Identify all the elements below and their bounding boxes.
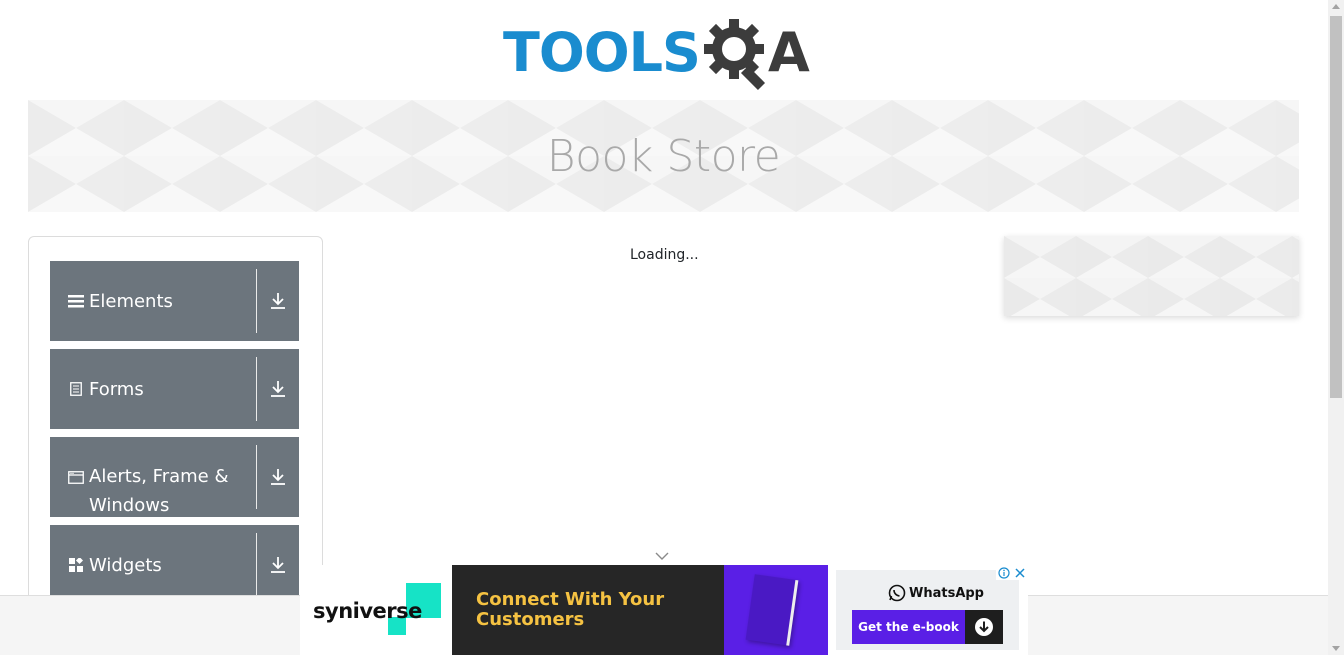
sidebar-group-label: Forms xyxy=(89,378,144,400)
bottom-ad[interactable]: syniverse. Connect With Your Customers W… xyxy=(300,565,1028,655)
ad-brand-name: syniverse xyxy=(313,599,422,623)
page-scrollbar[interactable] xyxy=(1328,0,1344,655)
get-ebook-button[interactable]: Get the e-book xyxy=(852,610,1003,644)
ad-card: WhatsApp Get the e-book xyxy=(836,570,1019,650)
toolsqa-logo[interactable]: TOOLS A xyxy=(503,14,827,92)
ad-brand-text: syniverse. xyxy=(313,599,430,623)
whatsapp-icon xyxy=(888,584,906,602)
document-icon xyxy=(67,380,85,398)
page-banner: Book Store xyxy=(28,100,1299,212)
sidebar-group-label: Elements xyxy=(89,290,173,312)
ad-controls xyxy=(996,565,1028,580)
scroll-down-arrow-icon[interactable] xyxy=(1332,646,1340,651)
download-icon[interactable] xyxy=(257,437,299,517)
ad-headline-panel: Connect With Your Customers xyxy=(452,565,724,655)
ad-brand: syniverse. xyxy=(300,565,452,655)
download-icon[interactable] xyxy=(257,525,299,605)
scroll-up-arrow-icon[interactable] xyxy=(1332,4,1340,9)
whatsapp-label: WhatsApp xyxy=(909,585,984,601)
logo-text-tools: TOOLS xyxy=(503,21,701,84)
page-title: Book Store xyxy=(546,130,781,182)
ad-brand-dot: . xyxy=(421,599,430,623)
ebook-cover xyxy=(745,574,799,646)
hamburger-icon xyxy=(67,292,85,310)
sidebar-group-forms[interactable]: Forms xyxy=(50,349,299,429)
ad-info-icon[interactable] xyxy=(996,565,1012,580)
window-icon xyxy=(67,468,85,486)
loading-text: Loading... xyxy=(630,247,699,263)
sidebar-group-alerts-frame-windows[interactable]: Alerts, Frame & Windows xyxy=(50,437,299,517)
scrollbar-thumb[interactable] xyxy=(1330,16,1342,398)
whatsapp-label-row: WhatsApp xyxy=(888,584,984,602)
download-icon[interactable] xyxy=(257,349,299,429)
chevron-down-icon[interactable] xyxy=(654,550,670,562)
sidebar-group-label-line1: Alerts, Frame & xyxy=(89,466,229,487)
widgets-icon xyxy=(67,556,85,574)
sidebar-group-label: Alerts, Frame & Windows xyxy=(89,462,229,520)
arrow-down-circle-icon xyxy=(965,610,1003,644)
side-ad-pattern xyxy=(1004,236,1299,316)
ad-ebook-image xyxy=(724,565,828,655)
gear-magnifier-icon xyxy=(703,19,765,90)
side-ad[interactable] xyxy=(1004,236,1299,316)
get-ebook-label: Get the e-book xyxy=(852,610,965,644)
ad-close-icon[interactable] xyxy=(1012,565,1028,580)
download-icon[interactable] xyxy=(257,261,299,341)
logo-text-a: A xyxy=(767,21,810,84)
ad-headline-line2: Customers xyxy=(476,609,585,630)
sidebar-group-label-line2: Windows xyxy=(89,495,170,516)
sidebar-group-elements[interactable]: Elements xyxy=(50,261,299,341)
ad-headline-line1: Connect With Your xyxy=(476,589,665,610)
sidebar-group-label: Widgets xyxy=(89,554,162,576)
sidebar-group-widgets[interactable]: Widgets xyxy=(50,525,299,605)
sidebar: Elements Forms Alerts, Frame & Windows W… xyxy=(28,236,323,655)
